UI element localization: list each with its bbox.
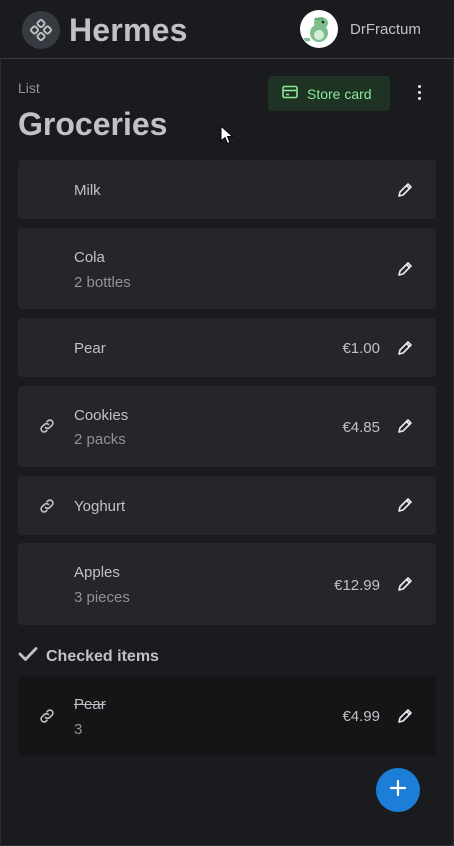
item-name: Yoghurt <box>74 498 126 515</box>
checked-list-item[interactable]: Pear 3 €4.99 <box>18 676 436 756</box>
link-icon[interactable] <box>38 417 56 435</box>
pencil-icon[interactable] <box>396 417 414 435</box>
mouse-cursor <box>220 124 234 150</box>
item-detail: 3 <box>74 721 83 738</box>
pencil-icon[interactable] <box>396 496 414 514</box>
checked-items-label: Checked items <box>46 647 159 665</box>
apps-icon[interactable] <box>22 11 60 49</box>
pencil-icon[interactable] <box>396 339 414 357</box>
credit-card-icon <box>282 85 298 102</box>
page-title: Groceries <box>18 106 168 142</box>
item-price: €1.00 <box>342 340 380 357</box>
avatar[interactable] <box>300 10 338 48</box>
item-name: Pear <box>74 696 106 713</box>
add-item-button[interactable] <box>376 768 420 812</box>
list-item[interactable]: Cookies 2 packs €4.85 <box>18 386 436 467</box>
list-label: List <box>18 80 40 96</box>
list-item[interactable]: Yoghurt <box>18 476 436 535</box>
item-name: Pear <box>74 340 106 357</box>
check-icon <box>18 645 38 668</box>
store-card-button[interactable]: Store card <box>268 76 390 111</box>
item-price: €4.99 <box>342 708 380 725</box>
item-detail: 3 pieces <box>74 589 130 606</box>
link-icon[interactable] <box>38 707 56 725</box>
item-name: Apples <box>74 564 120 581</box>
link-icon[interactable] <box>38 497 56 515</box>
pencil-icon[interactable] <box>396 575 414 593</box>
list-item[interactable]: Cola 2 bottles <box>18 228 436 309</box>
app-title: Hermes <box>69 12 188 48</box>
app-header: Hermes DrFractum <box>0 0 454 59</box>
pencil-icon[interactable] <box>396 260 414 278</box>
item-price: €4.85 <box>342 419 380 436</box>
item-price: €12.99 <box>334 577 380 594</box>
item-name: Cookies <box>74 407 129 424</box>
item-name: Milk <box>74 182 101 199</box>
plus-icon <box>388 778 408 803</box>
item-detail: 2 bottles <box>74 274 131 291</box>
item-name: Cola <box>74 249 105 266</box>
store-card-label: Store card <box>307 85 372 102</box>
list-item[interactable]: Milk <box>18 160 436 219</box>
username[interactable]: DrFractum <box>350 21 421 38</box>
pencil-icon[interactable] <box>396 181 414 199</box>
pencil-icon[interactable] <box>396 707 414 725</box>
list-item[interactable]: Pear €1.00 <box>18 318 436 377</box>
list-item[interactable]: Apples 3 pieces €12.99 <box>18 543 436 625</box>
item-detail: 2 packs <box>74 431 126 448</box>
dots-vertical-icon[interactable] <box>408 80 430 104</box>
checked-items-heading[interactable]: Checked items <box>18 645 159 668</box>
